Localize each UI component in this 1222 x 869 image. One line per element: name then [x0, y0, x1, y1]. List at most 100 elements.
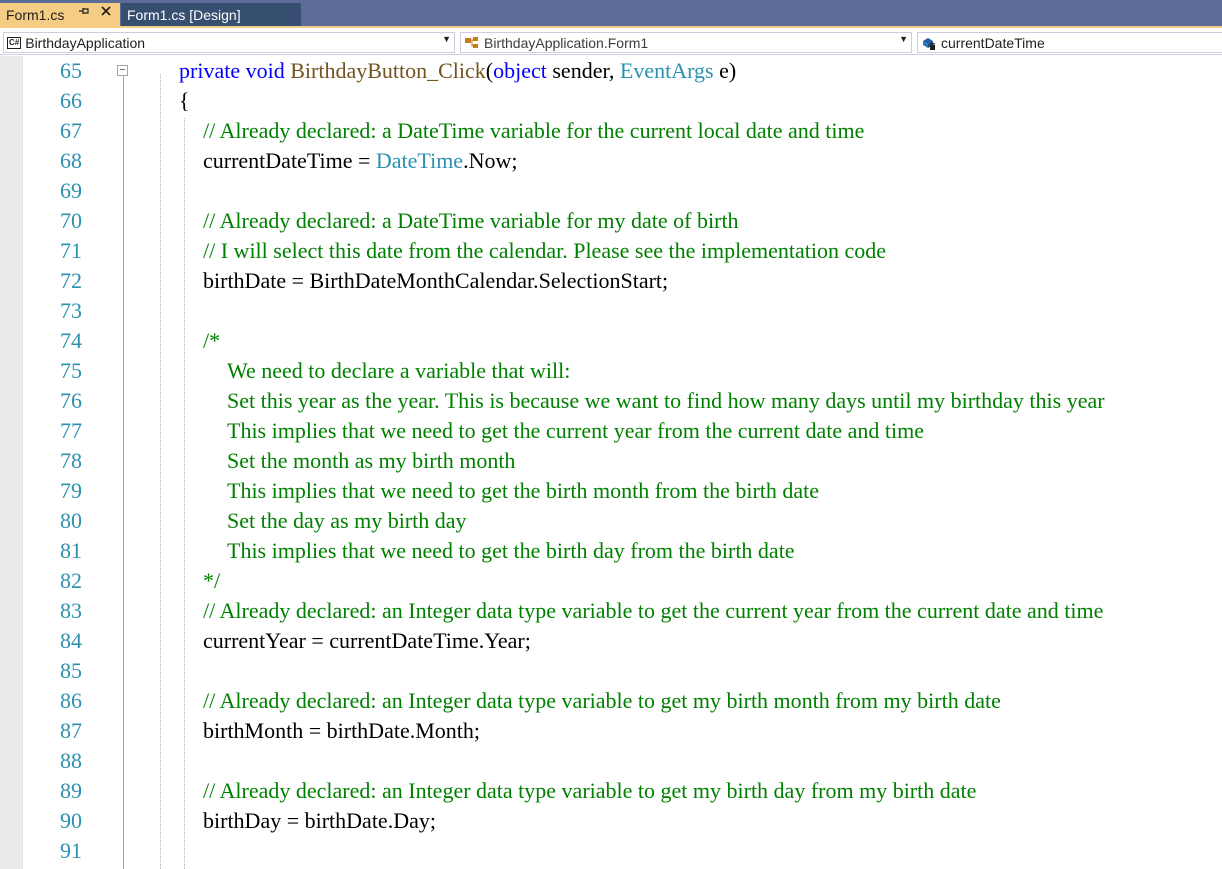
code-line[interactable]: 90 birthDay = birthDate.Day;	[0, 806, 1222, 836]
code-line[interactable]: 77 This implies that we need to get the c…	[0, 416, 1222, 446]
code-token: .Now;	[463, 148, 518, 173]
code-text: Set the day as my birth day	[227, 506, 467, 536]
code-text: Set the month as my birth month	[227, 446, 515, 476]
tab-label: Form1.cs [Design]	[127, 6, 241, 23]
code-token: // Already declared: an Integer data typ…	[203, 778, 977, 803]
member-name: currentDateTime	[941, 34, 1045, 51]
code-text: private void BirthdayButton_Click(object…	[179, 56, 736, 86]
line-number: 81	[60, 538, 82, 563]
code-line[interactable]: 89 // Already declared: an Integer data t…	[0, 776, 1222, 806]
code-text: // Already declared: a DateTime variable…	[203, 206, 739, 236]
line-number: 73	[60, 298, 82, 323]
code-line[interactable]: 65 private void BirthdayButton_Click(obje…	[0, 56, 1222, 86]
code-line[interactable]: 78 Set the month as my birth month	[0, 446, 1222, 476]
code-token: // Already declared: a DateTime variable…	[203, 118, 865, 143]
line-number: 80	[60, 508, 82, 533]
code-text: birthMonth = birthDate.Month;	[203, 716, 480, 746]
tab-form1-design[interactable]: Form1.cs [Design]	[121, 3, 301, 26]
line-number: 90	[60, 808, 82, 833]
code-text: This implies that we need to get the bir…	[227, 476, 819, 506]
code-text: // Already declared: an Integer data typ…	[203, 686, 1001, 716]
code-token: This implies that we need to get the bir…	[227, 538, 795, 563]
code-text: currentYear = currentDateTime.Year;	[203, 626, 531, 656]
close-icon[interactable]	[100, 4, 112, 21]
code-token: */	[203, 568, 221, 593]
code-token: // Already declared: an Integer data typ…	[203, 598, 1104, 623]
line-number: 65	[60, 58, 82, 83]
code-line[interactable]: 69	[0, 176, 1222, 206]
line-number: 71	[60, 238, 82, 263]
code-line[interactable]: 80 Set the day as my birth day	[0, 506, 1222, 536]
code-token: This implies that we need to get the cur…	[227, 418, 925, 443]
code-line[interactable]: 87 birthMonth = birthDate.Month;	[0, 716, 1222, 746]
tab-form1-cs[interactable]: Form1.cs	[0, 3, 120, 26]
code-text: // Already declared: an Integer data typ…	[203, 596, 1103, 626]
code-token: DateTime	[375, 148, 464, 173]
line-number: 66	[60, 88, 82, 113]
line-number: 82	[60, 568, 82, 593]
code-line[interactable]: 81 This implies that we need to get the b…	[0, 536, 1222, 566]
code-token: object	[493, 58, 553, 83]
code-line[interactable]: 75 We need to declare a variable that wil…	[0, 356, 1222, 386]
code-line[interactable]: 84 currentYear = currentDateTime.Year;	[0, 626, 1222, 656]
code-token: BirthdayButton_Click	[290, 58, 486, 83]
code-token: Set this year as the year. This is becau…	[227, 388, 1105, 413]
code-token: We need to declare a variable that will:	[227, 358, 571, 383]
line-number: 74	[60, 328, 82, 353]
code-token: EventArgs	[619, 58, 720, 83]
code-line[interactable]: 76 Set this year as the year. This is bec…	[0, 386, 1222, 416]
class-icon	[464, 36, 480, 50]
code-text: Set this year as the year. This is becau…	[227, 386, 1105, 416]
code-editor[interactable]: − 65 private void BirthdayButton_Click(ob…	[0, 56, 1222, 869]
member-dropdown[interactable]: currentDateTime	[917, 32, 1222, 53]
code-token: currentYear = currentDateTime.Year;	[203, 628, 531, 653]
tab-label: Form1.cs	[6, 6, 65, 23]
code-line[interactable]: 72 birthDate = BirthDateMonthCalendar.Sel…	[0, 266, 1222, 296]
code-line[interactable]: 86 // Already declared: an Integer data t…	[0, 686, 1222, 716]
line-number: 91	[60, 838, 82, 863]
line-number: 76	[60, 388, 82, 413]
code-line[interactable]: 67 // Already declared: a DateTime variab…	[0, 116, 1222, 146]
code-token: void	[245, 58, 291, 83]
pin-icon[interactable]	[78, 5, 90, 20]
line-number: 78	[60, 448, 82, 473]
code-line[interactable]: 73	[0, 296, 1222, 326]
code-token: e)	[719, 58, 737, 83]
code-text: // Already declared: an Integer data typ…	[203, 776, 976, 806]
code-line[interactable]: 68 currentDateTime = DateTime.Now;	[0, 146, 1222, 176]
code-line[interactable]: 88	[0, 746, 1222, 776]
code-token: private	[179, 58, 246, 83]
code-line[interactable]: 83 // Already declared: an Integer data t…	[0, 596, 1222, 626]
line-number: 75	[60, 358, 82, 383]
line-number: 83	[60, 598, 82, 623]
code-text: birthDate = BirthDateMonthCalendar.Selec…	[203, 266, 668, 296]
code-token: {	[179, 88, 190, 113]
code-text: currentDateTime = DateTime.Now;	[203, 146, 517, 176]
code-text: This implies that we need to get the bir…	[227, 536, 795, 566]
code-token: sender,	[552, 58, 620, 83]
code-line[interactable]: 82 */	[0, 566, 1222, 596]
code-token: /*	[203, 328, 221, 353]
code-line[interactable]: 70 // Already declared: a DateTime variab…	[0, 206, 1222, 236]
code-line[interactable]: 66 {	[0, 86, 1222, 116]
code-token: This implies that we need to get the bir…	[227, 478, 820, 503]
code-text: This implies that we need to get the cur…	[227, 416, 924, 446]
line-number: 86	[60, 688, 82, 713]
class-dropdown[interactable]: BirthdayApplication.Form1 ▼	[460, 32, 912, 53]
code-line[interactable]: 79 This implies that we need to get the b…	[0, 476, 1222, 506]
line-number: 77	[60, 418, 82, 443]
project-dropdown[interactable]: C# BirthdayApplication ▼	[3, 32, 455, 53]
code-line[interactable]: 74 /*	[0, 326, 1222, 356]
chevron-down-icon[interactable]: ▼	[899, 34, 908, 44]
code-line[interactable]: 85	[0, 656, 1222, 686]
line-number: 89	[60, 778, 82, 803]
code-line[interactable]: 71 // I will select this date from the ca…	[0, 236, 1222, 266]
line-number: 69	[60, 178, 82, 203]
chevron-down-icon[interactable]: ▼	[442, 34, 451, 44]
code-line[interactable]: 91	[0, 836, 1222, 866]
code-text: // Already declared: a DateTime variable…	[203, 116, 864, 146]
line-number: 67	[60, 118, 82, 143]
code-token: Set the month as my birth month	[227, 448, 516, 473]
code-text: */	[203, 566, 220, 596]
code-token: // I will select this date from the cale…	[203, 238, 886, 263]
